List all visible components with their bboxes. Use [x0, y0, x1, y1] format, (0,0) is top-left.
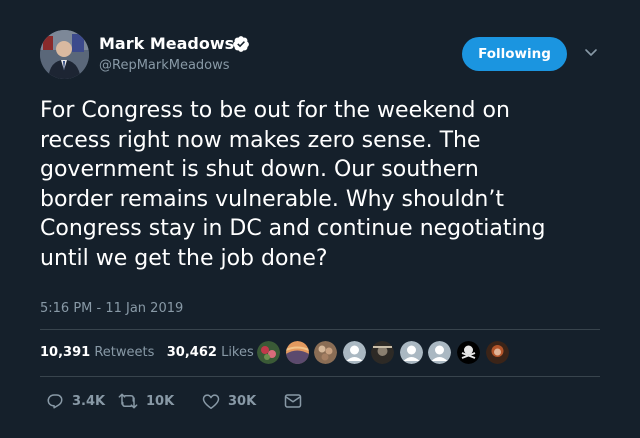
tweet-text: For Congress to be out for the weekend o…: [40, 96, 610, 273]
like-icon: [202, 393, 220, 409]
likes-count[interactable]: 30,462: [167, 345, 217, 360]
following-button[interactable]: Following: [462, 37, 567, 71]
direct-message-icon: [284, 394, 302, 408]
tweet-text-line: recess right now makes zero sense. The: [40, 127, 481, 153]
tweet-text-line: Congress stay in DC and continue negotia…: [40, 216, 546, 241]
retweets-label[interactable]: Retweets: [94, 345, 154, 360]
author-display-name[interactable]: Mark Meadows: [99, 34, 234, 53]
reply-button[interactable]: 3.4K: [46, 390, 105, 412]
liker-avatar-1[interactable]: [257, 341, 280, 364]
divider: [40, 376, 600, 377]
likes-label[interactable]: Likes: [221, 345, 254, 360]
tweet-text-line: until we get the job done?: [40, 245, 328, 271]
tweet-timestamp[interactable]: 5:16 PM - 11 Jan 2019: [40, 301, 183, 316]
retweet-count: 10K: [146, 393, 175, 409]
direct-message-button[interactable]: [284, 390, 302, 412]
liker-avatar-6[interactable]: [400, 341, 423, 364]
tweet-text-line: government is shut down. Our southern: [40, 157, 479, 182]
retweet-button[interactable]: 10K: [118, 390, 174, 412]
retweets-count[interactable]: 10,391: [40, 345, 90, 360]
liker-avatar-2[interactable]: [286, 341, 309, 364]
verified-badge-icon: [233, 36, 249, 52]
author-avatar[interactable]: [40, 30, 89, 79]
liker-avatar-8[interactable]: [457, 341, 480, 364]
reply-count: 3.4K: [72, 393, 106, 409]
liker-avatar-5[interactable]: [371, 341, 394, 364]
chevron-down-icon[interactable]: [583, 47, 599, 59]
like-count: 30K: [228, 393, 257, 409]
engagement-stats: 10,391 Retweets 30,462 Likes: [40, 345, 254, 360]
tweet-text-line: For Congress to be out for the weekend o…: [40, 98, 510, 123]
liker-avatar-7[interactable]: [428, 341, 451, 364]
liker-avatar-3[interactable]: [314, 341, 337, 364]
reply-icon: [47, 394, 63, 409]
tweet-text-line: border remains vulnerable. Why shouldn’t: [40, 186, 504, 212]
divider: [40, 329, 600, 330]
liker-avatar-9[interactable]: [486, 341, 509, 364]
author-handle[interactable]: @RepMarkMeadows: [99, 58, 230, 73]
liker-avatar-4[interactable]: [343, 341, 366, 364]
retweet-icon: [118, 393, 138, 409]
tweet-card: Mark Meadows @RepMarkMeadows Following F…: [0, 0, 640, 438]
like-button[interactable]: 30K: [202, 390, 256, 412]
